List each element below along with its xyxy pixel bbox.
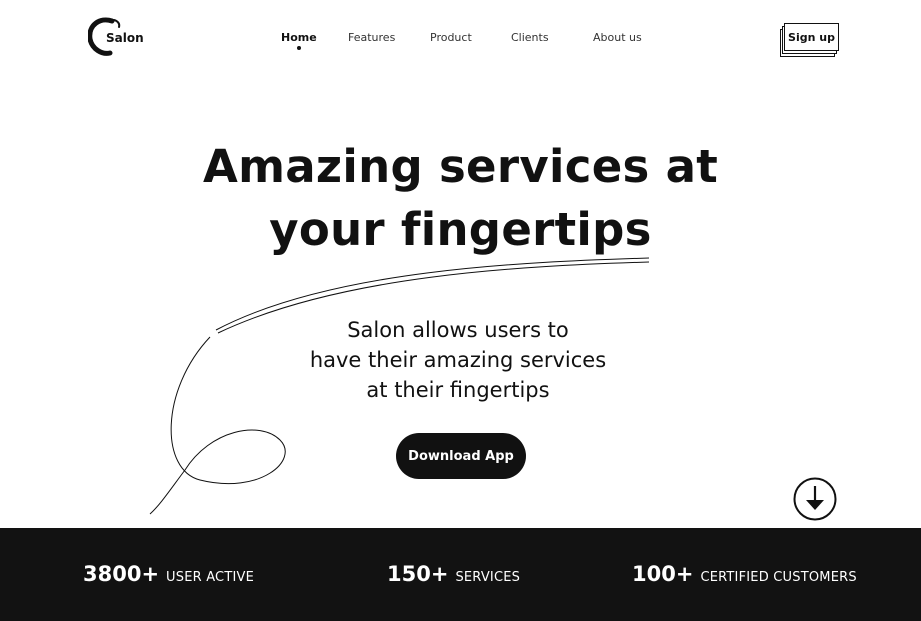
stats-bar: 3800+ USER ACTIVE 150+ SERVICES 100+ CER… [0,528,921,621]
hero-subtitle: Salon allows users to have their amazing… [258,315,658,405]
stat-label: USER ACTIVE [166,570,255,585]
stat-value: 100+ [632,562,694,586]
stat-label: CERTIFIED CUSTOMERS [700,570,857,585]
hero-subtitle-line-3: at their fingertips [366,378,550,402]
stat-label: SERVICES [455,570,521,585]
download-app-button[interactable]: Download App [396,433,526,479]
stat-value: 3800+ [83,562,160,586]
stat-user-active: 3800+ USER ACTIVE [83,562,254,586]
stat-services: 150+ SERVICES [387,562,520,586]
scroll-down-button[interactable] [793,477,837,521]
stat-value: 150+ [387,562,449,586]
arrow-down-circle-icon [793,477,837,521]
hero-subtitle-line-1: Salon allows users to [347,318,569,342]
hero-subtitle-line-2: have their amazing services [309,348,607,372]
stat-certified-customers: 100+ CERTIFIED CUSTOMERS [632,562,857,586]
